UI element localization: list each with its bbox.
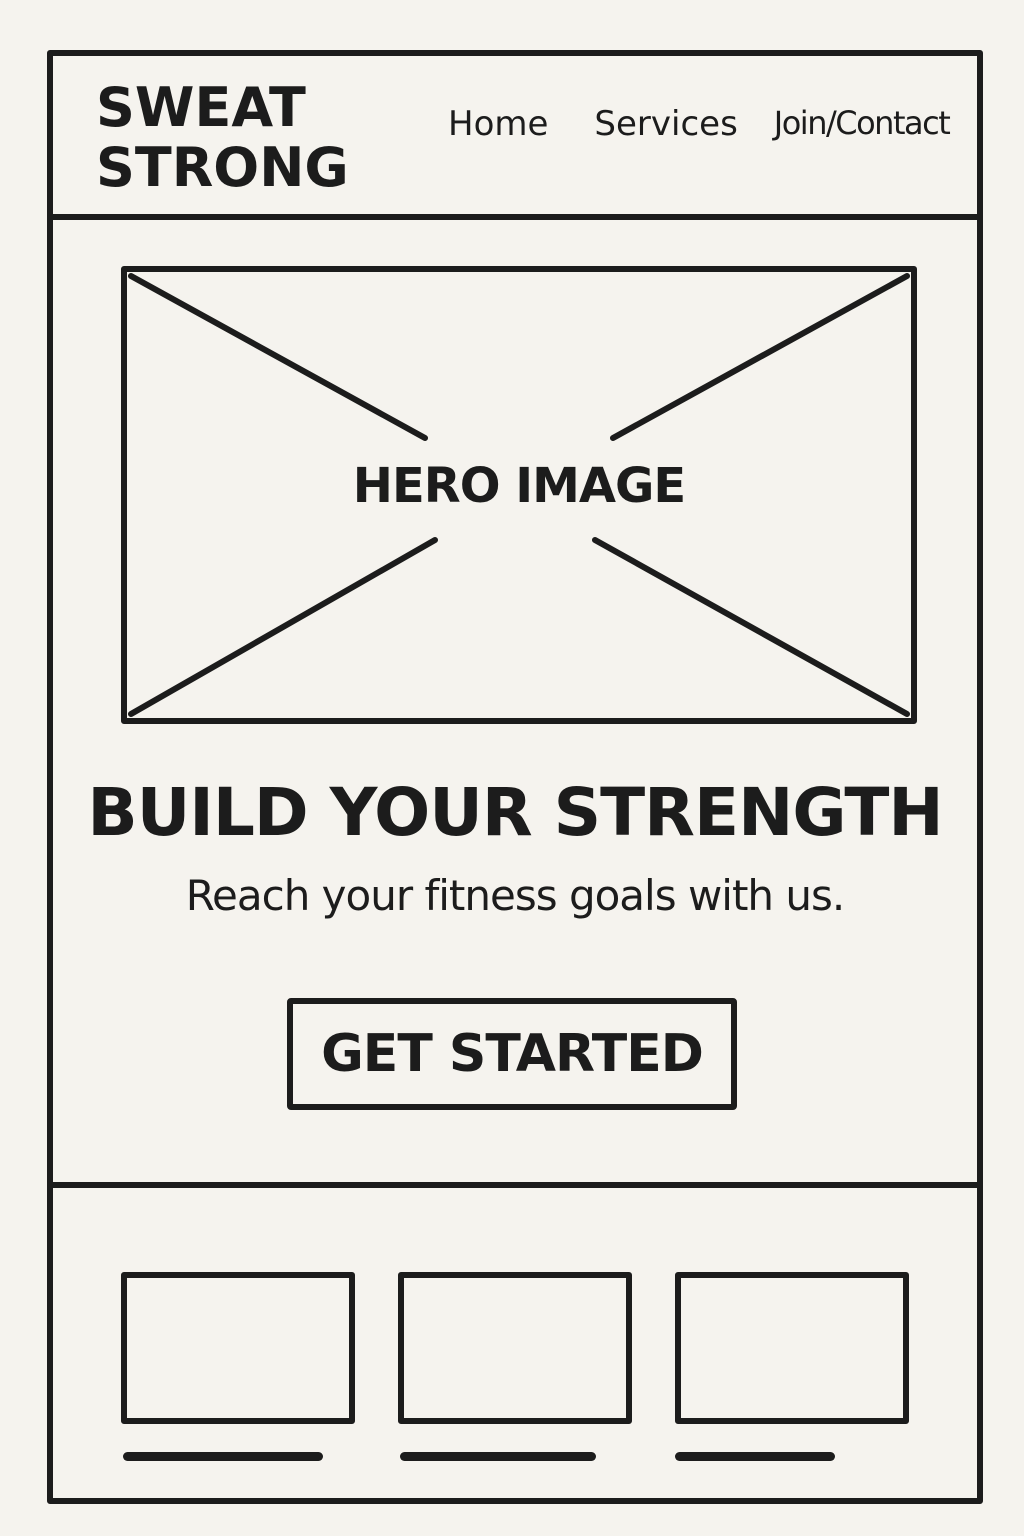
site-header: SWEAT STRONG Home Services Join/Contact <box>53 56 977 220</box>
hero-headline: BUILD YOUR STRENGTH <box>87 774 943 851</box>
section-divider <box>53 1182 977 1188</box>
wireframe-page: SWEAT STRONG Home Services Join/Contact … <box>47 50 983 1504</box>
feature-card-caption-placeholder <box>400 1452 596 1461</box>
nav-home-link[interactable]: Home <box>448 104 548 144</box>
get-started-button[interactable]: GET STARTED <box>287 998 737 1110</box>
hero-subheadline: Reach your fitness goals with us. <box>185 871 846 920</box>
site-logo[interactable]: SWEAT STRONG <box>96 78 349 198</box>
hero-image-placeholder: HERO IMAGE <box>121 266 917 724</box>
nav-services-link[interactable]: Services <box>594 104 737 144</box>
feature-card-caption-placeholder <box>123 1452 323 1461</box>
hero-image-label: HERO IMAGE <box>352 458 686 514</box>
feature-card-caption-placeholder <box>675 1452 835 1461</box>
nav-join-contact-link[interactable]: Join/Contact <box>774 104 951 144</box>
feature-card-placeholder[interactable] <box>398 1272 632 1424</box>
main-nav: Home Services Join/Contact <box>448 104 951 144</box>
feature-card-placeholder[interactable] <box>121 1272 355 1424</box>
feature-card-placeholder[interactable] <box>675 1272 909 1424</box>
